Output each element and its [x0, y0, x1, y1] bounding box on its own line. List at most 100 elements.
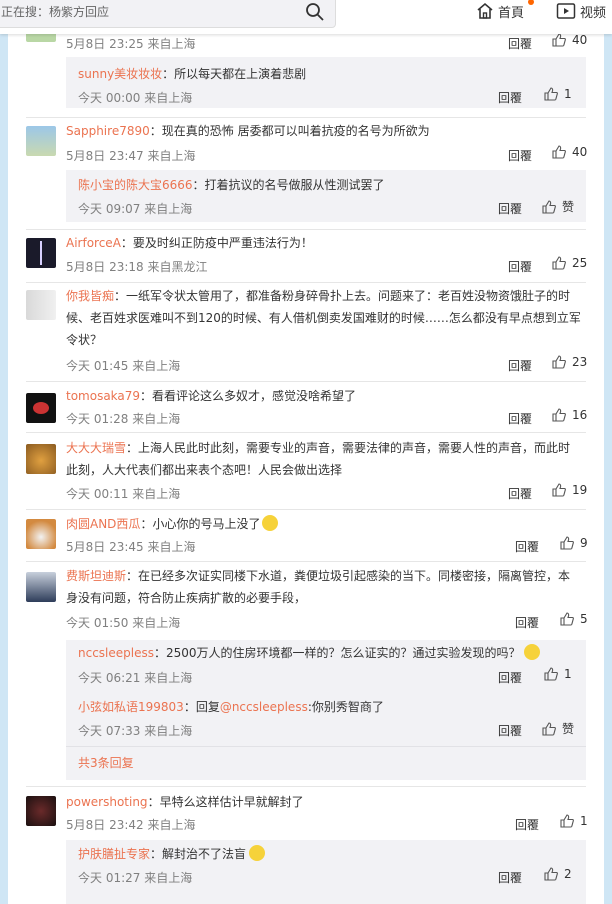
- like-button[interactable]: 2: [544, 867, 572, 881]
- search-icon[interactable]: [305, 2, 325, 22]
- reply-button[interactable]: 回覆: [508, 410, 532, 427]
- comment-username[interactable]: Sapphire7890: [66, 124, 150, 138]
- reply-button[interactable]: 回覆: [508, 35, 532, 52]
- like-button[interactable]: 1: [560, 814, 588, 828]
- avatar[interactable]: [26, 444, 56, 474]
- reply-button[interactable]: 回覆: [508, 357, 532, 374]
- comment-text: powershoting：早特么这样估计早就解封了: [66, 791, 581, 813]
- more-replies-link[interactable]: 共3条回复: [78, 754, 134, 771]
- divider: [26, 381, 586, 382]
- reply-button[interactable]: 回覆: [508, 147, 532, 164]
- thumbs-up-icon: [542, 199, 556, 214]
- divider: [66, 746, 586, 747]
- reply-button[interactable]: 回覆: [508, 258, 532, 275]
- like-button[interactable]: 16: [552, 408, 587, 422]
- avatar[interactable]: [26, 393, 56, 423]
- thumbs-up-icon: [552, 256, 566, 270]
- like-button[interactable]: 1: [544, 87, 572, 101]
- thumbs-up-icon: [552, 33, 566, 47]
- like-count: 23: [572, 355, 588, 369]
- comment-username[interactable]: 费斯坦迪斯: [66, 569, 126, 583]
- comment-meta: 今天 01:28 来自上海: [66, 412, 181, 426]
- reply-button[interactable]: 回覆: [515, 538, 539, 555]
- divider: [26, 786, 586, 787]
- like-button[interactable]: 1: [544, 667, 572, 681]
- like-count: 赞: [562, 200, 575, 214]
- divider: [26, 432, 586, 433]
- comment-item: tomosaka79：看看评论这么多奴才，感觉没啥希望了 今天 01:28 来自…: [26, 385, 587, 428]
- reply-username[interactable]: sunny美妆妆妆: [78, 67, 162, 81]
- comment-item: Sapphire7890：现在真的恐怖 居委都可以叫着抗疫的名号为所欲为 5月8…: [26, 124, 587, 168]
- comment-content: ：看看评论这么多奴才，感觉没啥希望了: [140, 389, 357, 403]
- comment-content: ：在已经多次证实同楼下水道，粪便垃圾引起感染的当下。同楼密接，隔离管控，本身没有…: [66, 569, 571, 605]
- like-button[interactable]: 5: [560, 612, 588, 626]
- avatar[interactable]: [26, 238, 56, 268]
- avatar[interactable]: [26, 519, 56, 549]
- reply-button[interactable]: 回覆: [515, 816, 539, 833]
- reply-text: 小弦如私语199803：回复@nccsleepless:你别秀智商了: [78, 696, 578, 718]
- like-count: 40: [572, 33, 588, 47]
- comment-text: 费斯坦迪斯：在已经多次证实同楼下水道，粪便垃圾引起感染的当下。同楼密接，隔离管控…: [66, 565, 581, 609]
- reply-button[interactable]: 回覆: [498, 89, 522, 106]
- like-button[interactable]: 9: [560, 536, 588, 550]
- reply-button[interactable]: 回覆: [508, 485, 532, 502]
- comment-username[interactable]: AirforceA: [66, 236, 121, 250]
- avatar[interactable]: [26, 796, 56, 826]
- like-button[interactable]: 19: [552, 483, 587, 497]
- nav-home[interactable]: 首頁: [476, 0, 524, 22]
- like-button[interactable]: 40: [552, 145, 587, 159]
- like-button[interactable]: 23: [552, 355, 587, 369]
- reply-button[interactable]: 回覆: [498, 669, 522, 686]
- mention-link[interactable]: @nccsleepless: [220, 700, 308, 714]
- comment-text: 大大大瑞雪：上海人民此时此刻，需要专业的声音，需要法律的声音，需要人性的声音，而…: [66, 437, 581, 481]
- comment-text: 你我皆痴：一纸军令状太管用了，都准备粉身碎骨扑上去。问题来了：老百姓没物资饿肚子…: [66, 285, 581, 351]
- comment-username[interactable]: powershoting: [66, 795, 148, 809]
- like-button[interactable]: 40: [552, 33, 587, 47]
- reply-meta: 今天 07:33 来自上海: [78, 724, 193, 738]
- comment-meta: 5月8日 23:25 来自上海: [66, 37, 196, 51]
- thumbs-up-icon: [544, 667, 558, 681]
- like-button[interactable]: 赞: [542, 198, 574, 215]
- thumbs-up-icon: [560, 536, 574, 550]
- avatar[interactable]: [26, 290, 56, 320]
- reply-button[interactable]: 回覆: [498, 869, 522, 886]
- page-background-left: [0, 0, 8, 904]
- reply-button[interactable]: 回覆: [498, 722, 522, 739]
- like-count: 9: [580, 536, 588, 550]
- comment-meta: 5月8日 23:45 来自上海: [66, 540, 196, 554]
- reply-button[interactable]: 回覆: [498, 200, 522, 217]
- reply-content-2: :你别秀智商了: [307, 700, 384, 714]
- sub-reply: sunny美妆妆妆：所以每天都在上演着悲剧 今天 00:00 来自上海 回覆 1: [66, 57, 586, 108]
- thumbs-up-icon: [552, 408, 566, 422]
- comment-meta: 5月8日 23:47 来自上海: [66, 149, 196, 163]
- reply-content: ：回复: [183, 700, 220, 714]
- like-button[interactable]: 赞: [542, 720, 574, 737]
- reply-username[interactable]: 护肤膳扯专家: [78, 847, 150, 861]
- comment-text: tomosaka79：看看评论这么多奴才，感觉没啥希望了: [66, 385, 581, 407]
- search-box[interactable]: 正在搜：杨紫方回应: [0, 0, 336, 28]
- sub-reply-group: nccsleepless：2500万人的住房环境都一样的？怎么证实的？通过实验发…: [66, 640, 586, 780]
- reply-text: nccsleepless：2500万人的住房环境都一样的？怎么证实的？通过实验发…: [78, 642, 578, 664]
- reply-button[interactable]: 回覆: [515, 614, 539, 631]
- page-background-right: [604, 0, 612, 904]
- search-input[interactable]: 正在搜：杨紫方回应: [1, 3, 109, 20]
- comment-username[interactable]: 肉圆AND西瓜: [66, 517, 140, 531]
- avatar[interactable]: [26, 572, 56, 602]
- comment-content: ：一纸军令状太管用了，都准备粉身碎骨扑上去。问题来了：老百姓没物资饿肚子的时候、…: [66, 289, 581, 347]
- comment-meta: 5月8日 23:42 来自上海: [66, 818, 196, 832]
- like-button[interactable]: 25: [552, 256, 587, 270]
- comment-username[interactable]: 你我皆痴: [66, 289, 114, 303]
- avatar[interactable]: [26, 126, 56, 156]
- reply-username[interactable]: 陈小宝的陈大宝6666: [78, 178, 193, 192]
- nav-home-label: 首頁: [498, 5, 525, 21]
- comment-item: AirforceA：要及时纠正防疫中严重违法行为！ 5月8日 23:18 来自黑…: [26, 236, 587, 276]
- reply-username[interactable]: nccsleepless: [78, 646, 154, 660]
- comment-username[interactable]: tomosaka79: [66, 389, 140, 403]
- like-count: 25: [572, 256, 588, 270]
- reply-username[interactable]: 小弦如私语199803: [78, 700, 184, 714]
- divider: [26, 509, 586, 510]
- notification-dot: [528, 0, 534, 5]
- nav-video[interactable]: 视频: [556, 0, 606, 22]
- comment-item: powershoting：早特么这样估计早就解封了 5月8日 23:42 来自上…: [26, 791, 588, 834]
- comment-username[interactable]: 大大大瑞雪: [66, 441, 126, 455]
